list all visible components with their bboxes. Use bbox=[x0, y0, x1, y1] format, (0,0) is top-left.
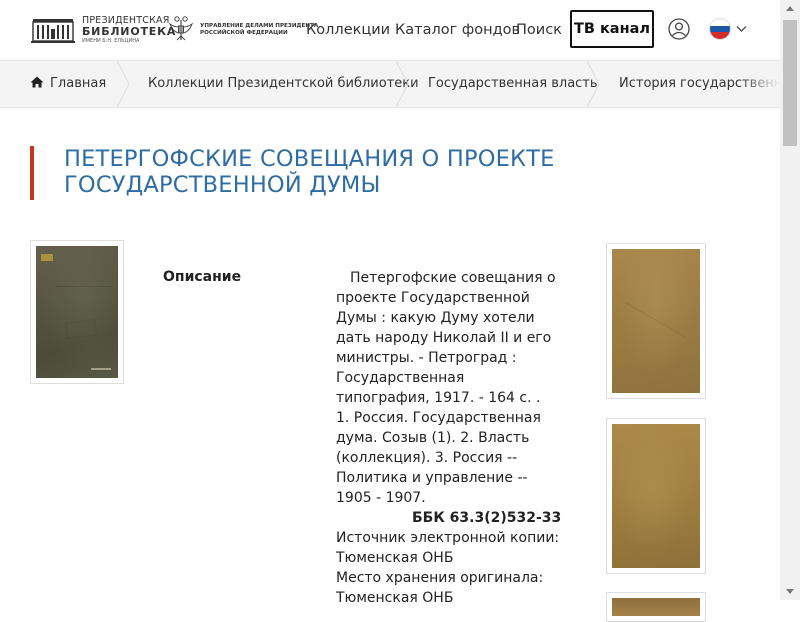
user-icon[interactable] bbox=[668, 18, 690, 40]
site-header: ПРЕЗИДЕНТСКАЯ БИБЛИОТЕКА ИМЕНИ Б.Н. ЕЛЬЦ… bbox=[0, 0, 780, 60]
scroll-down-arrow-icon[interactable] bbox=[780, 582, 800, 600]
page-thumbnail[interactable] bbox=[606, 243, 706, 399]
library-building-icon bbox=[31, 19, 75, 43]
description-storage: Место хранения оригинала: Тюменская ОНБ bbox=[336, 570, 544, 606]
title-accent-bar bbox=[30, 146, 34, 200]
page-thumbnail[interactable] bbox=[606, 592, 706, 622]
page-title: ПЕТЕРГОФСКИЕ СОВЕЩАНИЯ О ПРОЕКТЕ ГОСУДАР… bbox=[64, 146, 555, 198]
breadcrumb-home-label: Главная bbox=[50, 76, 107, 91]
language-selector[interactable] bbox=[710, 19, 750, 41]
description-main: Петергофские совещания о проекте Государ… bbox=[336, 270, 556, 406]
breadcrumb-state-power[interactable]: Государственная власть bbox=[428, 61, 598, 107]
nav-search[interactable]: Поиск bbox=[516, 20, 562, 40]
logo-admin-line2: РОССИЙСКОЙ ФЕДЕРАЦИИ bbox=[200, 30, 288, 36]
description-subjects: 1. Россия. Государственная дума. Созыв (… bbox=[336, 410, 541, 506]
page-thumbnail[interactable] bbox=[606, 418, 706, 574]
logo-library-line2: БИБЛИОТЕКА bbox=[82, 25, 177, 38]
cover-image bbox=[36, 246, 118, 378]
description-source: Источник электронной копии: Тюменская ОН… bbox=[336, 530, 560, 566]
scrollbar-thumb[interactable] bbox=[783, 20, 797, 146]
description-label: Описание bbox=[163, 269, 242, 285]
scroll-up-arrow-icon[interactable] bbox=[780, 0, 800, 18]
breadcrumb-home[interactable]: Главная bbox=[30, 61, 106, 107]
eagle-emblem-icon bbox=[168, 16, 194, 41]
chevron-down-icon bbox=[736, 26, 747, 32]
russian-flag-icon bbox=[710, 19, 730, 39]
breadcrumb-collections[interactable]: Коллекции Президентской библиотеки bbox=[148, 61, 419, 107]
breadcrumb: Главная Коллекции Президентской библиоте… bbox=[0, 60, 780, 108]
nav-collections[interactable]: Коллекции bbox=[306, 20, 390, 40]
breadcrumb-separator bbox=[395, 61, 409, 107]
tv-channel-button[interactable]: ТВ канал bbox=[570, 10, 654, 48]
presidential-administration-logo[interactable]: УПРАВЛЕНИЕ ДЕЛАМИ ПРЕЗИДЕНТА РОССИЙСКОЙ … bbox=[168, 14, 318, 44]
presidential-library-logo[interactable]: ПРЕЗИДЕНТСКАЯ БИБЛИОТЕКА ИМЕНИ Б.Н. ЕЛЬЦ… bbox=[30, 14, 175, 46]
breadcrumb-fade bbox=[740, 61, 780, 107]
home-icon bbox=[30, 76, 44, 88]
document-cover-thumbnail[interactable] bbox=[30, 240, 124, 384]
description-text: Петергофские совещания о проекте Государ… bbox=[336, 268, 562, 608]
description-bbk: ББК 63.3(2)532-33 bbox=[412, 510, 562, 526]
breadcrumb-separator bbox=[116, 61, 130, 107]
logo-admin-line1: УПРАВЛЕНИЕ ДЕЛАМИ ПРЕЗИДЕНТА bbox=[200, 23, 319, 29]
page-image bbox=[612, 249, 700, 393]
logo-library-line3: ИМЕНИ Б.Н. ЕЛЬЦИНА bbox=[82, 38, 140, 44]
breadcrumb-separator bbox=[586, 61, 600, 107]
nav-catalog[interactable]: Каталог фондов bbox=[395, 20, 520, 40]
page-image bbox=[612, 424, 700, 568]
vertical-scrollbar[interactable] bbox=[780, 0, 800, 600]
page-image bbox=[612, 598, 700, 616]
